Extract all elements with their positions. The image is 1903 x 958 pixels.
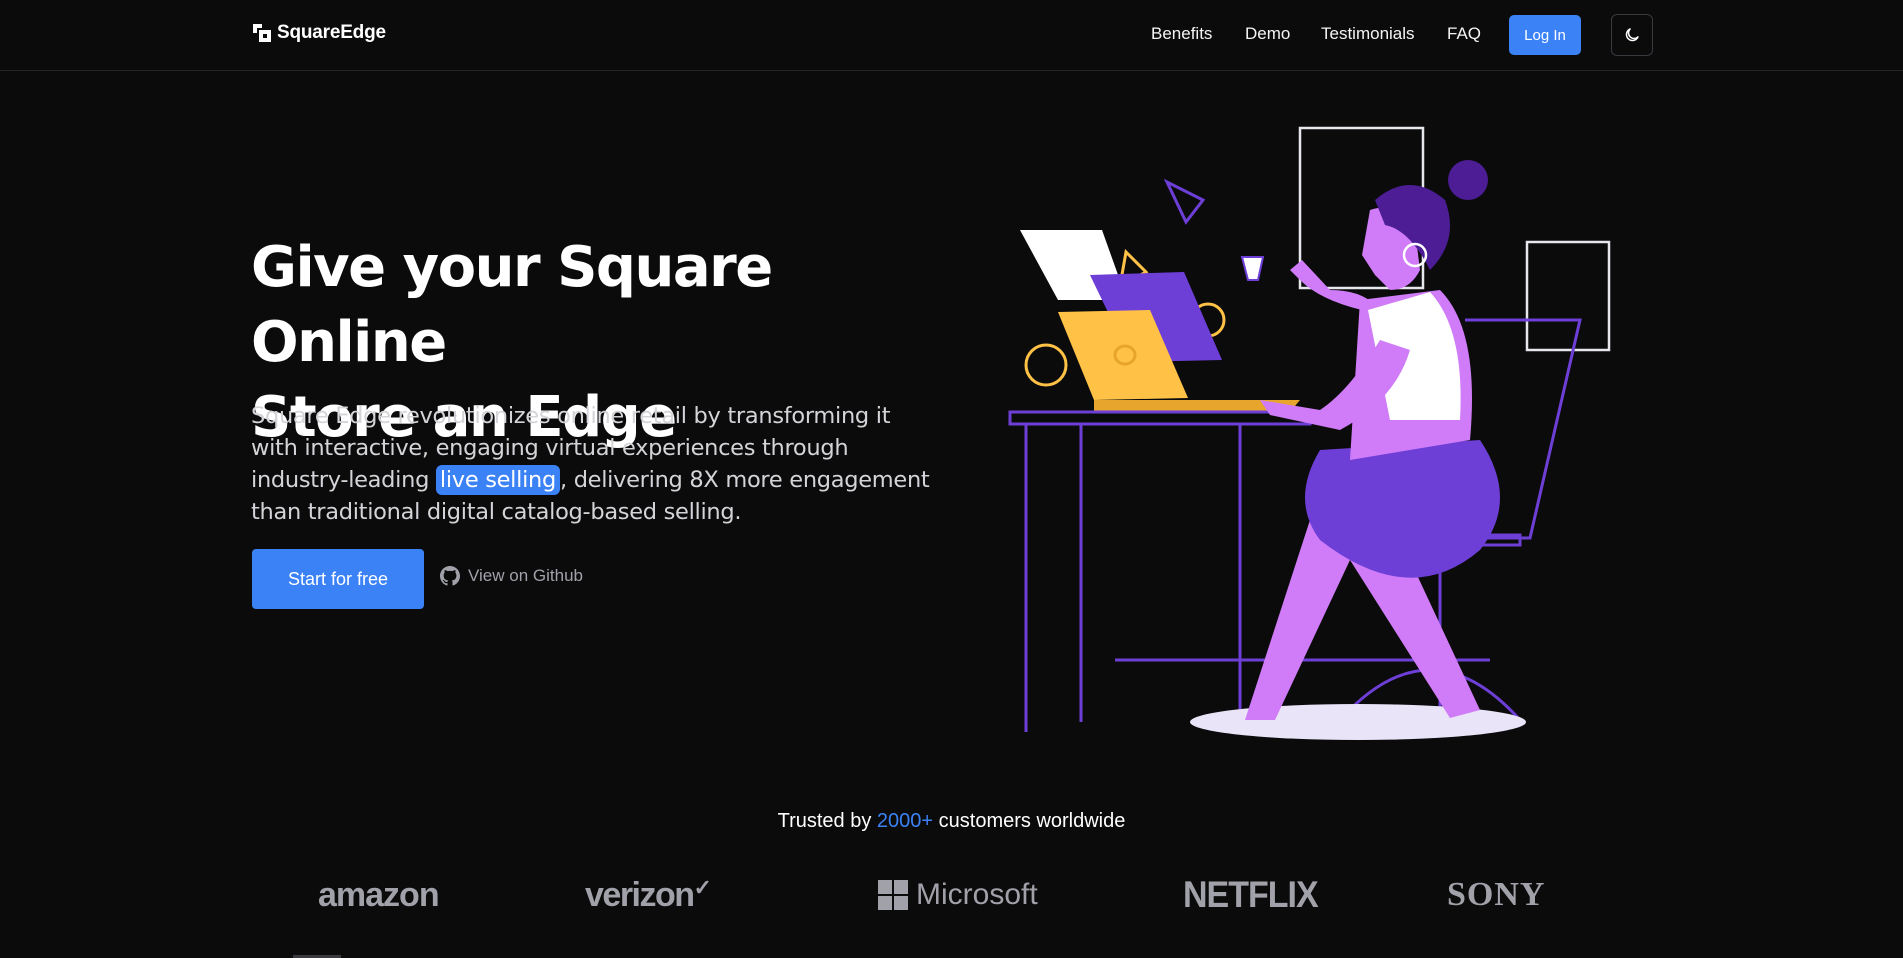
moon-icon: [1625, 28, 1639, 42]
microsoft-logo-text: Microsoft: [916, 878, 1038, 911]
triangle-outline-purple: [1163, 178, 1206, 225]
hero-illustration: [1008, 126, 1611, 740]
hair-bun: [1448, 160, 1488, 200]
site-header: SquareEdge Benefits Demo Testimonials FA…: [0, 0, 1903, 71]
trusted-suffix: customers worldwide: [933, 810, 1126, 832]
frame-square-2: [1525, 240, 1611, 352]
brand-logos: amazon verizon ✓ Microsoft NETFLIX SONY: [0, 870, 1903, 920]
trusted-count: 2000+: [876, 810, 934, 832]
phone: [1240, 256, 1265, 281]
amazon-logo: amazon: [318, 870, 440, 920]
github-icon: [440, 566, 460, 586]
microsoft-squares-icon: [878, 880, 908, 910]
page: SquareEdge Benefits Demo Testimonials FA…: [0, 0, 1903, 958]
arm-raised: [1290, 260, 1375, 310]
desk-top: [1008, 410, 1312, 426]
view-on-github-link[interactable]: View on Github: [440, 566, 583, 586]
netflix-logo: NETFLIX: [1183, 868, 1319, 923]
circle-outline-1: [1024, 343, 1068, 387]
sony-logo-text: SONY: [1447, 876, 1546, 913]
hero-description: Square Edge revolutionizes online retail…: [251, 400, 941, 528]
start-for-free-button[interactable]: Start for free: [252, 549, 424, 609]
verizon-logo-text: verizon: [585, 875, 695, 914]
amazon-logo-text: amazon: [318, 875, 440, 914]
trusted-by-text: Trusted by 2000+ customers worldwide: [0, 810, 1903, 833]
logo-text: SquareEdge: [277, 22, 386, 43]
login-button[interactable]: Log In: [1509, 15, 1581, 55]
view-on-github-label: View on Github: [468, 566, 583, 585]
nav-benefits[interactable]: Benefits: [1151, 24, 1212, 44]
microsoft-logo: Microsoft: [878, 870, 1038, 920]
hero-desc-highlight: live selling: [435, 465, 560, 495]
checkmark-icon: ✓: [693, 875, 712, 900]
hero-title-line-1: Give your Square Online: [251, 235, 773, 375]
sony-logo: SONY: [1447, 870, 1545, 920]
logo-mark-icon: [253, 24, 271, 42]
theme-toggle-button[interactable]: [1611, 14, 1653, 56]
nav-demo[interactable]: Demo: [1245, 24, 1290, 44]
nav-testimonials[interactable]: Testimonials: [1321, 24, 1415, 44]
nav-faq[interactable]: FAQ: [1447, 24, 1481, 44]
verizon-logo: verizon ✓: [585, 870, 712, 920]
netflix-logo-text: NETFLIX: [1183, 873, 1319, 916]
trusted-prefix: Trusted by: [777, 810, 877, 832]
logo[interactable]: SquareEdge: [251, 22, 386, 44]
